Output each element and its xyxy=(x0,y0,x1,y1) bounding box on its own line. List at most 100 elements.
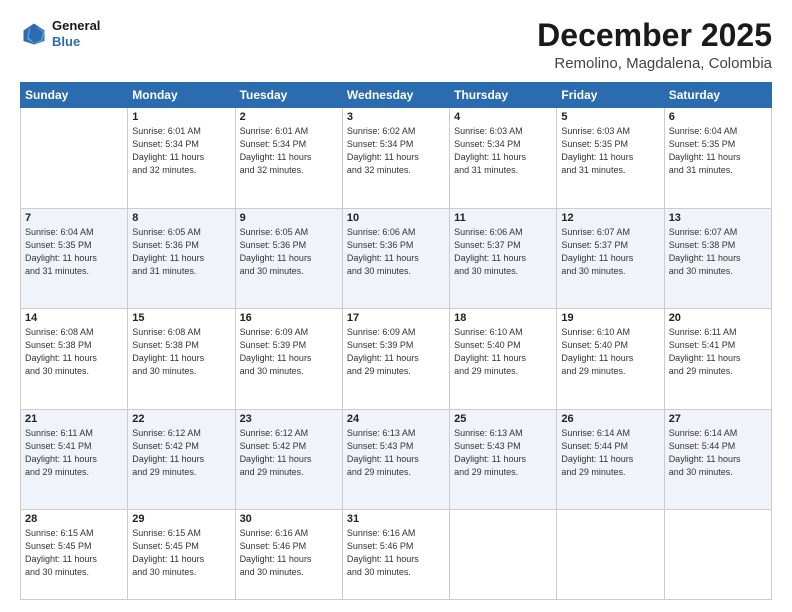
table-row: 4 Sunrise: 6:03 AM Sunset: 5:34 PM Daylig… xyxy=(450,108,557,209)
table-row: 29 Sunrise: 6:15 AM Sunset: 5:45 PM Dayli… xyxy=(128,510,235,600)
table-row: 20 Sunrise: 6:11 AM Sunset: 5:41 PM Dayli… xyxy=(664,309,771,410)
table-row: 1 Sunrise: 6:01 AM Sunset: 5:34 PM Daylig… xyxy=(128,108,235,209)
day-number: 24 xyxy=(347,413,445,425)
day-info: Sunrise: 6:14 AM Sunset: 5:44 PM Dayligh… xyxy=(561,427,659,479)
day-number: 14 xyxy=(25,312,123,324)
day-info: Sunrise: 6:06 AM Sunset: 5:36 PM Dayligh… xyxy=(347,226,445,278)
day-number: 30 xyxy=(240,513,338,525)
calendar-week-row: 1 Sunrise: 6:01 AM Sunset: 5:34 PM Daylig… xyxy=(21,108,772,209)
logo-icon xyxy=(20,20,48,48)
table-row: 12 Sunrise: 6:07 AM Sunset: 5:37 PM Dayli… xyxy=(557,208,664,309)
table-row: 17Sunrise: 6:09 AM Sunset: 5:39 PM Dayli… xyxy=(342,309,449,410)
day-number: 18 xyxy=(454,312,552,324)
calendar-week-row: 28 Sunrise: 6:15 AM Sunset: 5:45 PM Dayli… xyxy=(21,510,772,600)
day-number: 15 xyxy=(132,312,230,324)
table-row: 3Sunrise: 6:02 AM Sunset: 5:34 PM Daylig… xyxy=(342,108,449,209)
table-row xyxy=(21,108,128,209)
main-title: December 2025 xyxy=(537,18,772,53)
table-row: 6 Sunrise: 6:04 AM Sunset: 5:35 PM Daylig… xyxy=(664,108,771,209)
day-number: 4 xyxy=(454,111,552,123)
day-info: Sunrise: 6:10 AM Sunset: 5:40 PM Dayligh… xyxy=(561,326,659,378)
col-thursday: Thursday xyxy=(450,83,557,108)
day-info: Sunrise: 6:08 AM Sunset: 5:38 PM Dayligh… xyxy=(132,326,230,378)
day-info: Sunrise: 6:15 AM Sunset: 5:45 PM Dayligh… xyxy=(132,527,230,579)
table-row: 24 Sunrise: 6:13 AM Sunset: 5:43 PM Dayli… xyxy=(342,409,449,510)
day-info: Sunrise: 6:13 AM Sunset: 5:43 PM Dayligh… xyxy=(454,427,552,479)
calendar-table: Sunday Monday Tuesday Wednesday Thursday… xyxy=(20,82,772,600)
day-number: 6 xyxy=(669,111,767,123)
day-info: Sunrise: 6:08 AM Sunset: 5:38 PM Dayligh… xyxy=(25,326,123,378)
day-info: Sunrise: 6:07 AM Sunset: 5:38 PM Dayligh… xyxy=(669,226,767,278)
day-info: Sunrise: 6:13 AM Sunset: 5:43 PM Dayligh… xyxy=(347,427,445,479)
day-info: Sunrise: 6:04 AM Sunset: 5:35 PM Dayligh… xyxy=(669,125,767,177)
table-row: 26 Sunrise: 6:14 AM Sunset: 5:44 PM Dayli… xyxy=(557,409,664,510)
day-info: Sunrise: 6:15 AM Sunset: 5:45 PM Dayligh… xyxy=(25,527,123,579)
logo: General Blue xyxy=(20,18,100,49)
day-info: Sunrise: 6:04 AM Sunset: 5:35 PM Dayligh… xyxy=(25,226,123,278)
table-row: 18Sunrise: 6:10 AM Sunset: 5:40 PM Dayli… xyxy=(450,309,557,410)
day-number: 13 xyxy=(669,212,767,224)
day-number: 20 xyxy=(669,312,767,324)
day-number: 1 xyxy=(132,111,230,123)
col-saturday: Saturday xyxy=(664,83,771,108)
day-info: Sunrise: 6:01 AM Sunset: 5:34 PM Dayligh… xyxy=(240,125,338,177)
table-row: 21 Sunrise: 6:11 AM Sunset: 5:41 PM Dayli… xyxy=(21,409,128,510)
day-info: Sunrise: 6:05 AM Sunset: 5:36 PM Dayligh… xyxy=(240,226,338,278)
day-info: Sunrise: 6:12 AM Sunset: 5:42 PM Dayligh… xyxy=(240,427,338,479)
day-number: 19 xyxy=(561,312,659,324)
day-number: 28 xyxy=(25,513,123,525)
table-row: 13 Sunrise: 6:07 AM Sunset: 5:38 PM Dayli… xyxy=(664,208,771,309)
day-number: 23 xyxy=(240,413,338,425)
day-info: Sunrise: 6:12 AM Sunset: 5:42 PM Dayligh… xyxy=(132,427,230,479)
day-number: 21 xyxy=(25,413,123,425)
day-info: Sunrise: 6:09 AM Sunset: 5:39 PM Dayligh… xyxy=(240,326,338,378)
day-info: Sunrise: 6:05 AM Sunset: 5:36 PM Dayligh… xyxy=(132,226,230,278)
col-friday: Friday xyxy=(557,83,664,108)
calendar-week-row: 14 Sunrise: 6:08 AM Sunset: 5:38 PM Dayli… xyxy=(21,309,772,410)
day-number: 5 xyxy=(561,111,659,123)
day-info: Sunrise: 6:07 AM Sunset: 5:37 PM Dayligh… xyxy=(561,226,659,278)
day-number: 26 xyxy=(561,413,659,425)
day-info: Sunrise: 6:03 AM Sunset: 5:34 PM Dayligh… xyxy=(454,125,552,177)
day-info: Sunrise: 6:01 AM Sunset: 5:34 PM Dayligh… xyxy=(132,125,230,177)
day-number: 10 xyxy=(347,212,445,224)
col-monday: Monday xyxy=(128,83,235,108)
table-row: 14 Sunrise: 6:08 AM Sunset: 5:38 PM Dayli… xyxy=(21,309,128,410)
table-row: 9Sunrise: 6:05 AM Sunset: 5:36 PM Daylig… xyxy=(235,208,342,309)
table-row: 11Sunrise: 6:06 AM Sunset: 5:37 PM Dayli… xyxy=(450,208,557,309)
logo-text: General Blue xyxy=(52,18,100,49)
calendar-week-row: 7Sunrise: 6:04 AM Sunset: 5:35 PM Daylig… xyxy=(21,208,772,309)
table-row: 25 Sunrise: 6:13 AM Sunset: 5:43 PM Dayli… xyxy=(450,409,557,510)
table-row: 7Sunrise: 6:04 AM Sunset: 5:35 PM Daylig… xyxy=(21,208,128,309)
day-number: 25 xyxy=(454,413,552,425)
table-row: 31 Sunrise: 6:16 AM Sunset: 5:46 PM Dayli… xyxy=(342,510,449,600)
day-number: 11 xyxy=(454,212,552,224)
day-info: Sunrise: 6:11 AM Sunset: 5:41 PM Dayligh… xyxy=(669,326,767,378)
table-row xyxy=(450,510,557,600)
table-row xyxy=(557,510,664,600)
header: General Blue December 2025 Remolino, Mag… xyxy=(20,18,772,72)
day-info: Sunrise: 6:11 AM Sunset: 5:41 PM Dayligh… xyxy=(25,427,123,479)
day-number: 22 xyxy=(132,413,230,425)
day-info: Sunrise: 6:14 AM Sunset: 5:44 PM Dayligh… xyxy=(669,427,767,479)
day-info: Sunrise: 6:16 AM Sunset: 5:46 PM Dayligh… xyxy=(240,527,338,579)
day-number: 27 xyxy=(669,413,767,425)
day-number: 16 xyxy=(240,312,338,324)
table-row: 19 Sunrise: 6:10 AM Sunset: 5:40 PM Dayli… xyxy=(557,309,664,410)
day-info: Sunrise: 6:16 AM Sunset: 5:46 PM Dayligh… xyxy=(347,527,445,579)
table-row: 22 Sunrise: 6:12 AM Sunset: 5:42 PM Dayli… xyxy=(128,409,235,510)
day-info: Sunrise: 6:03 AM Sunset: 5:35 PM Dayligh… xyxy=(561,125,659,177)
col-wednesday: Wednesday xyxy=(342,83,449,108)
table-row xyxy=(664,510,771,600)
day-info: Sunrise: 6:09 AM Sunset: 5:39 PM Dayligh… xyxy=(347,326,445,378)
day-number: 31 xyxy=(347,513,445,525)
table-row: 28 Sunrise: 6:15 AM Sunset: 5:45 PM Dayli… xyxy=(21,510,128,600)
day-number: 29 xyxy=(132,513,230,525)
table-row: 30 Sunrise: 6:16 AM Sunset: 5:46 PM Dayli… xyxy=(235,510,342,600)
col-tuesday: Tuesday xyxy=(235,83,342,108)
logo-line2: Blue xyxy=(52,34,80,49)
subtitle: Remolino, Magdalena, Colombia xyxy=(537,55,772,72)
title-block: December 2025 Remolino, Magdalena, Colom… xyxy=(537,18,772,72)
day-number: 12 xyxy=(561,212,659,224)
day-number: 8 xyxy=(132,212,230,224)
